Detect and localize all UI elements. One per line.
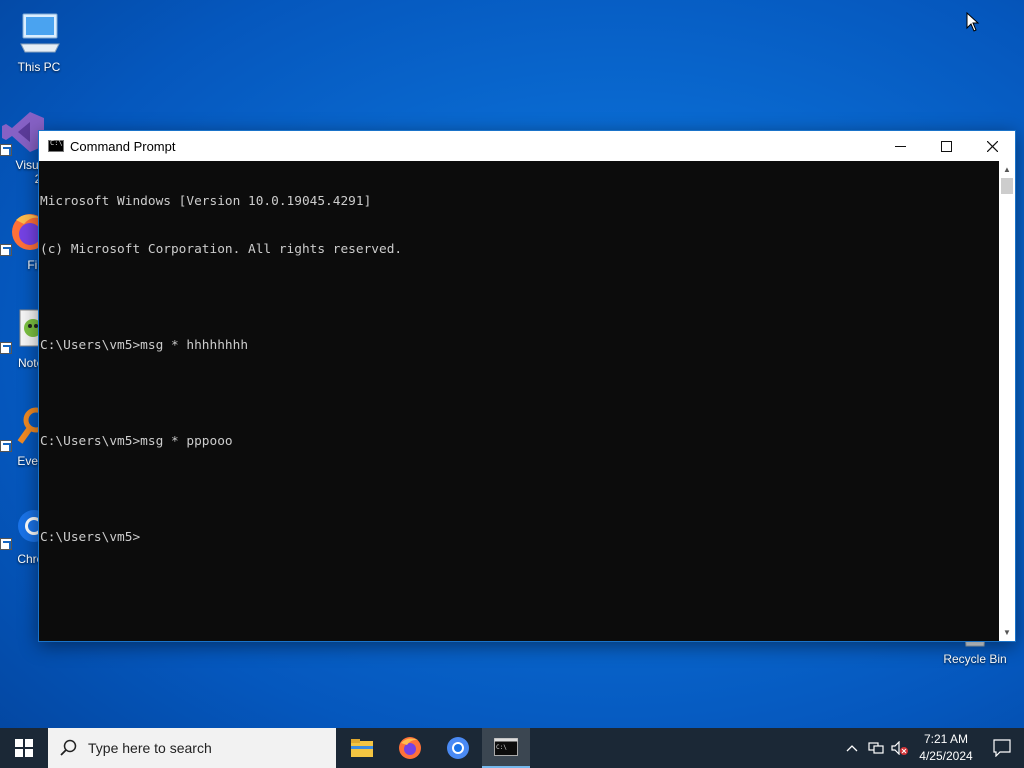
desktop-icon-label: Recycle Bin (943, 652, 1007, 666)
file-explorer-icon (351, 739, 373, 757)
desktop-icon-this-pc[interactable]: This PC (1, 10, 77, 74)
show-hidden-icons-chevron-icon[interactable] (840, 728, 864, 768)
search-placeholder: Type here to search (88, 740, 212, 756)
svg-text:C:\: C:\ (496, 744, 507, 751)
taskbar-chrome[interactable] (434, 728, 482, 768)
clock-time: 7:21 AM (923, 732, 969, 746)
shortcut-arrow-icon (0, 244, 12, 256)
console-line: C:\Users\vm5>msg * hhhhhhhh (40, 338, 249, 353)
window-title: Command Prompt (70, 138, 176, 154)
chrome-icon (447, 737, 469, 759)
taskbar-file-explorer[interactable] (338, 728, 386, 768)
system-tray: 7:21 AM 4/25/2024 (840, 728, 1024, 768)
search-icon (60, 739, 77, 756)
console-line: C:\Users\vm5>msg * pppooo (40, 434, 233, 449)
desktop-icon-label: This PC (17, 60, 61, 74)
console-prompt-line[interactable]: C:\Users\vm5> (40, 530, 999, 546)
minimize-icon (894, 145, 906, 147)
scroll-down-arrow-icon[interactable]: ▼ (999, 624, 1015, 641)
taskbar-command-prompt[interactable]: C:\ (482, 728, 530, 768)
taskbar: Type here to search C:\ 7:21 AM 4/25/202… (0, 728, 1024, 768)
command-prompt-icon: C:\ (494, 738, 518, 756)
shortcut-arrow-icon (0, 538, 12, 550)
taskbar-firefox[interactable] (386, 728, 434, 768)
maximize-button[interactable] (923, 131, 969, 161)
close-icon (986, 140, 998, 152)
minimize-button[interactable] (877, 131, 923, 161)
computer-icon (15, 10, 63, 58)
shortcut-arrow-icon (0, 144, 12, 156)
start-button[interactable] (0, 728, 48, 768)
network-icon[interactable] (864, 728, 888, 768)
console-output[interactable]: Microsoft Windows [Version 10.0.19045.42… (39, 161, 999, 641)
command-prompt-icon (48, 139, 64, 152)
maximize-icon (940, 140, 952, 152)
shortcut-arrow-icon (0, 440, 12, 452)
console-line: (c) Microsoft Corporation. All rights re… (40, 242, 403, 257)
clock-date: 4/25/2024 (919, 749, 973, 763)
windows-logo-icon (15, 739, 33, 757)
command-prompt-window[interactable]: Command Prompt Microsoft Windows [Versio… (38, 130, 1016, 642)
console-line: Microsoft Windows [Version 10.0.19045.42… (40, 194, 372, 209)
shortcut-arrow-icon (0, 342, 12, 354)
action-center-button[interactable] (980, 728, 1024, 768)
taskbar-search-box[interactable]: Type here to search (48, 728, 336, 768)
vertical-scrollbar[interactable]: ▲ ▼ (999, 161, 1015, 641)
firefox-icon (399, 737, 421, 759)
mouse-pointer-icon (966, 12, 980, 32)
notification-icon (993, 739, 1011, 757)
scroll-up-arrow-icon[interactable]: ▲ (999, 161, 1015, 178)
close-button[interactable] (969, 131, 1015, 161)
window-titlebar[interactable]: Command Prompt (39, 131, 1015, 161)
scrollbar-thumb[interactable] (1001, 178, 1013, 194)
taskbar-clock[interactable]: 7:21 AM 4/25/2024 (912, 731, 980, 765)
volume-muted-icon[interactable] (888, 728, 912, 768)
